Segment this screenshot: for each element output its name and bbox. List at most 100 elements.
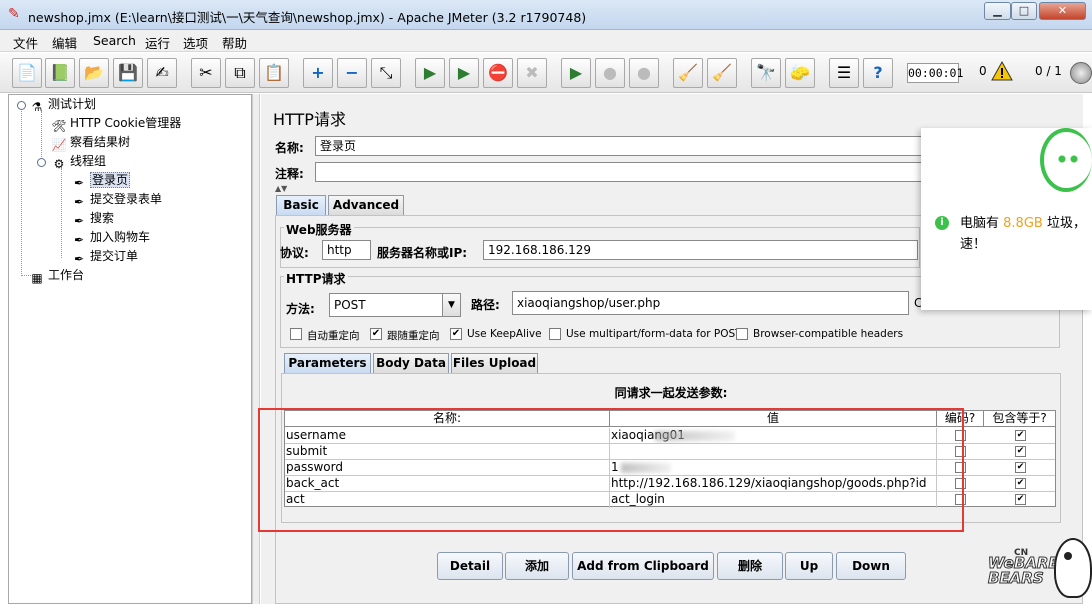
pipette-icon: ✒: [73, 252, 85, 266]
tree-node-submit-login[interactable]: ✒ 提交登录表单: [71, 190, 162, 209]
col-include-header[interactable]: 包含等于?: [984, 411, 1055, 427]
include-equals-checkbox[interactable]: ✔: [1015, 478, 1026, 489]
tab-files-upload[interactable]: Files Upload: [451, 353, 538, 373]
menu-options[interactable]: 选项: [183, 33, 208, 52]
remote-start-icon[interactable]: ▶: [561, 58, 591, 88]
server-label: 服务器名称或IP:: [377, 246, 468, 260]
gear-icon: ⚙: [53, 157, 65, 171]
tree-node-login-page[interactable]: ✒ 登录页: [71, 171, 131, 190]
tree-node-workbench[interactable]: ▦ 工作台: [29, 266, 84, 285]
tab-parameters[interactable]: Parameters: [284, 353, 371, 373]
chart-icon: 📈: [51, 138, 67, 152]
browser-headers-checkbox[interactable]: [736, 328, 748, 340]
tab-advanced[interactable]: Advanced: [328, 195, 404, 215]
include-equals-checkbox[interactable]: ✔: [1015, 462, 1026, 473]
highlight-box: [258, 408, 964, 532]
tree-node-test-plan[interactable]: ⚗ 测试计划: [29, 95, 96, 114]
collapse-icon[interactable]: −: [337, 58, 367, 88]
notification-message: 电脑有 8.8GB 垃圾，: [960, 216, 1086, 231]
menu-run[interactable]: 运行: [145, 33, 170, 52]
add-button[interactable]: 添加: [505, 552, 569, 580]
elapsed-timer: 00:00:01: [907, 63, 963, 83]
remote-globe-icon: [1070, 62, 1092, 84]
tab-basic[interactable]: Basic: [276, 195, 326, 215]
keepalive-checkbox[interactable]: ✔: [450, 328, 462, 340]
menu-edit[interactable]: 编辑: [52, 33, 77, 52]
binoculars-icon[interactable]: 🔭: [751, 58, 781, 88]
paste-icon[interactable]: 📋: [259, 58, 289, 88]
templates-icon[interactable]: 📗: [45, 58, 75, 88]
pipette-icon: ✒: [73, 233, 85, 247]
protocol-input[interactable]: http: [322, 240, 371, 260]
include-equals-checkbox[interactable]: ✔: [1015, 430, 1026, 441]
include-equals-checkbox[interactable]: ✔: [1015, 494, 1026, 505]
save-as-icon[interactable]: ✍: [147, 58, 177, 88]
detail-button[interactable]: Detail: [437, 552, 503, 580]
chevron-down-icon[interactable]: ▼: [442, 294, 460, 316]
tree-node-thread-group[interactable]: ⚙ 线程组: [51, 152, 106, 171]
keepalive-label: Use KeepAlive: [467, 328, 542, 340]
flask-icon: ⚗: [31, 100, 43, 114]
tab-body-data[interactable]: Body Data: [373, 353, 449, 373]
menu-help[interactable]: 帮助: [222, 33, 247, 52]
start-no-pause-icon[interactable]: ▶: [449, 58, 479, 88]
add-from-clipboard-button[interactable]: Add from Clipboard: [572, 552, 714, 580]
pipette-icon: ✒: [73, 195, 85, 209]
start-icon[interactable]: ▶: [415, 58, 445, 88]
follow-redirect-checkbox[interactable]: ✔: [370, 328, 382, 340]
tree-node-submit-order[interactable]: ✒ 提交订单: [71, 247, 138, 266]
reset-search-icon[interactable]: 🧽: [785, 58, 815, 88]
workbench-icon: ▦: [31, 271, 43, 285]
window-title: newshop.jmx (E:\learn\接口测试\一\天气查询\newsho…: [28, 10, 587, 25]
new-icon[interactable]: 📄: [12, 58, 42, 88]
cleanup-notification[interactable]: i 电脑有 8.8GB 垃圾， 速！: [921, 128, 1092, 310]
warning-icon[interactable]: [991, 61, 1013, 81]
include-equals-checkbox[interactable]: ✔: [1015, 446, 1026, 457]
server-input[interactable]: 192.168.186.129: [483, 240, 918, 260]
cut-icon[interactable]: ✂: [191, 58, 221, 88]
down-button[interactable]: Down: [836, 552, 906, 580]
copy-icon[interactable]: ⧉: [225, 58, 255, 88]
help-icon[interactable]: ?: [863, 58, 893, 88]
name-label: 名称:: [275, 141, 304, 155]
function-helper-icon[interactable]: ☰: [829, 58, 859, 88]
minimize-button[interactable]: ▁: [984, 2, 1011, 20]
panda-icon: [1054, 538, 1092, 598]
pipette-icon: ✒: [73, 176, 85, 190]
clear-icon[interactable]: 🧹: [673, 58, 703, 88]
menu-search[interactable]: Search: [93, 33, 136, 48]
browser-headers-label: Browser-compatible headers: [753, 328, 904, 340]
remote-stop-icon[interactable]: ●: [595, 58, 625, 88]
maximize-button[interactable]: □: [1011, 2, 1037, 20]
clear-all-icon[interactable]: 🧹: [707, 58, 737, 88]
pipette-icon: ✒: [73, 214, 85, 228]
notification-message-line2: 速！: [960, 237, 987, 252]
security-logo-icon: [1040, 128, 1092, 192]
expand-icon[interactable]: +: [303, 58, 333, 88]
up-button[interactable]: Up: [785, 552, 833, 580]
multipart-checkbox[interactable]: [549, 328, 561, 340]
method-select[interactable]: POST ▼: [329, 293, 461, 317]
title-bar: ✎ newshop.jmx (E:\learn\接口测试\一\天气查询\news…: [0, 0, 1092, 30]
toggle-icon[interactable]: ⤡: [371, 58, 401, 88]
close-button[interactable]: ✕: [1039, 2, 1086, 20]
http-request-legend: HTTP请求: [284, 270, 348, 287]
method-value: POST: [334, 298, 366, 312]
stop-icon[interactable]: ⛔: [483, 58, 513, 88]
auto-redirect-checkbox[interactable]: [290, 328, 302, 340]
delete-button[interactable]: 删除: [717, 552, 783, 580]
tree-node-add-cart[interactable]: ✒ 加入购物车: [71, 228, 150, 247]
remote-shutdown-icon[interactable]: ●: [629, 58, 659, 88]
method-label: 方法:: [286, 302, 315, 316]
open-icon[interactable]: 📂: [79, 58, 109, 88]
auto-redirect-label: 自动重定向: [307, 330, 360, 342]
menu-file[interactable]: 文件: [13, 33, 38, 52]
save-icon[interactable]: 💾: [113, 58, 143, 88]
path-input[interactable]: xiaoqiangshop/user.php: [512, 291, 909, 315]
tree-node-search[interactable]: ✒ 搜索: [71, 209, 114, 228]
shutdown-icon[interactable]: ✖: [517, 58, 547, 88]
menu-bar: 文件 编辑 Search 运行 选项 帮助: [0, 30, 1092, 52]
tree-node-cookie-manager[interactable]: 🛠 HTTP Cookie管理器: [51, 114, 181, 133]
tree-node-results-tree[interactable]: 📈 察看结果树: [51, 133, 131, 152]
splitter-arrows-icon[interactable]: ▲▼: [275, 184, 287, 193]
